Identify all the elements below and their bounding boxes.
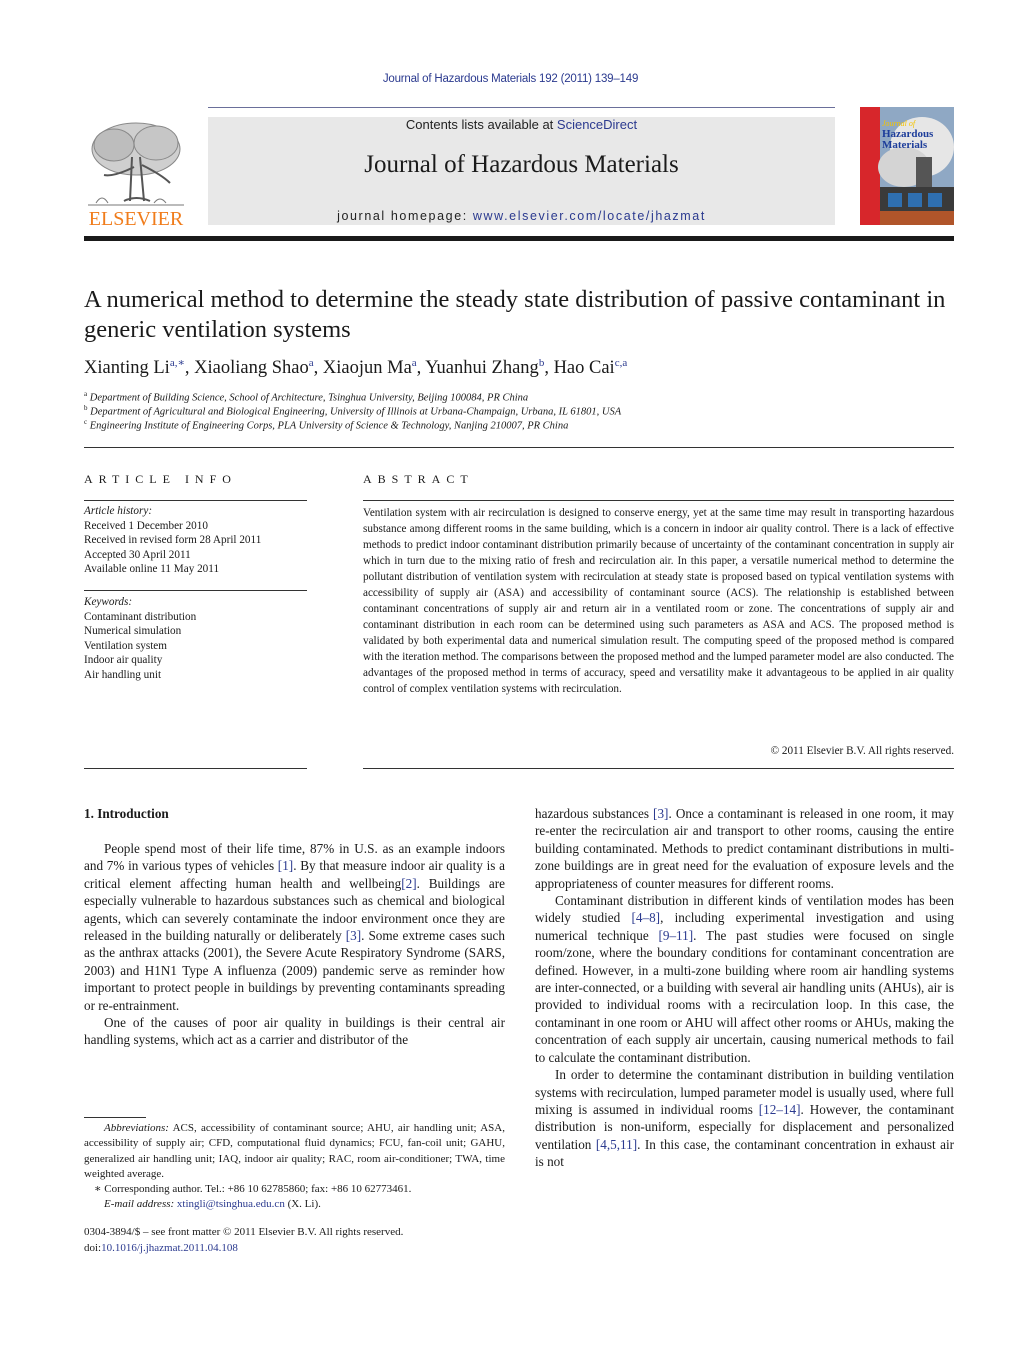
header-divider: [208, 107, 835, 108]
history-item: Available online 11 May 2011: [84, 563, 220, 575]
homepage-line: journal homepage: www.elsevier.com/locat…: [208, 209, 835, 223]
article-info-heading: ARTICLE INFO: [84, 472, 237, 486]
journal-cover-icon: Journal of Hazardous Materials: [860, 107, 954, 225]
abstract-copyright: © 2011 Elsevier B.V. All rights reserved…: [770, 745, 954, 757]
citation-link[interactable]: [4–8]: [631, 910, 660, 925]
issn-line: 0304-3894/$ – see front matter © 2011 El…: [84, 1226, 404, 1238]
body-paragraph: People spend most of their life time, 87…: [84, 840, 505, 1014]
homepage-prefix: journal homepage:: [337, 209, 473, 223]
body-paragraph: hazardous substances [3]. Once a contami…: [535, 805, 954, 892]
cover-title-line: Materials: [882, 139, 928, 151]
keyword: Air handling unit: [84, 668, 162, 681]
keyword: Contaminant distribution: [84, 610, 197, 623]
history-item: Accepted 30 April 2011: [84, 548, 191, 561]
author-list: Xianting Lia,∗, Xiaoliang Shaoa, Xiaojun…: [84, 357, 628, 378]
citation-link[interactable]: [3]: [653, 806, 668, 821]
doi-line: doi:10.1016/j.jhazmat.2011.04.108: [84, 1241, 238, 1254]
body-column-right: hazardous substances [3]. Once a contami…: [535, 805, 954, 1171]
front-matter: 0304-3894/$ – see front matter © 2011 El…: [84, 1225, 514, 1256]
doi-link[interactable]: 10.1016/j.jhazmat.2011.04.108: [101, 1242, 238, 1254]
homepage-link[interactable]: www.elsevier.com/locate/jhazmat: [473, 209, 706, 223]
author[interactable]: Yuanhui Zhangb: [425, 357, 544, 378]
keyword: Indoor air quality: [84, 654, 163, 666]
elsevier-wordmark: ELSEVIER: [89, 208, 184, 229]
contents-prefix: Contents lists available at: [405, 117, 557, 132]
email-footnote: E-mail address: xtingli@tsinghua.edu.cn …: [104, 1198, 321, 1211]
keywords-label: Keywords:: [84, 596, 133, 608]
abstract-heading: ABSTRACT: [363, 472, 474, 486]
contents-line: Contents lists available at ScienceDirec…: [208, 117, 835, 132]
citation-link[interactable]: [4,5,11]: [596, 1137, 637, 1152]
citation-link[interactable]: [9–11]: [658, 928, 693, 943]
keyword: Ventilation system: [84, 639, 167, 652]
section-heading: 1. Introduction: [84, 806, 169, 821]
elsevier-logo[interactable]: ELSEVIER: [84, 117, 188, 230]
body-text: One of the causes of poor air quality in…: [84, 1015, 505, 1048]
body-paragraph: Contaminant distribution in different ki…: [535, 892, 954, 1066]
divider: [84, 500, 307, 501]
sciencedirect-link[interactable]: ScienceDirect: [557, 117, 637, 132]
keywords: Keywords: Contaminant distribution Numer…: [84, 595, 196, 682]
author[interactable]: Xianting Lia,∗: [84, 357, 185, 378]
abstract-text: Ventilation system with air recirculatio…: [363, 507, 954, 695]
header-thick-divider: [84, 236, 954, 241]
footnote-divider: [84, 1117, 146, 1118]
body-column-left: People spend most of their life time, 87…: [84, 840, 505, 1049]
paper-title: A numerical method to determine the stea…: [84, 286, 946, 343]
journal-cover-image[interactable]: Journal of Hazardous Materials: [860, 107, 954, 225]
history-label: Article history:: [84, 505, 153, 517]
affiliation: b Department of Agricultural and Biologi…: [84, 404, 622, 418]
author[interactable]: Xiaojun Maa: [323, 357, 417, 378]
author[interactable]: Hao Caic,a: [554, 357, 628, 378]
author[interactable]: Xiaoliang Shaoa: [194, 357, 313, 378]
affiliation: a Department of Building Science, School…: [84, 390, 529, 404]
journal-banner: Contents lists available at ScienceDirec…: [208, 117, 835, 225]
journal-reference-link[interactable]: Journal of Hazardous Materials 192 (2011…: [0, 73, 1021, 85]
divider: [363, 500, 954, 501]
divider: [84, 590, 307, 591]
citation-link[interactable]: [1]: [278, 858, 293, 873]
journal-title: Journal of Hazardous Materials: [364, 151, 679, 178]
body-paragraph: In order to determine the contaminant di…: [535, 1066, 954, 1170]
body-paragraph: One of the causes of poor air quality in…: [84, 1014, 505, 1049]
divider: [84, 447, 954, 448]
history-item: Received 1 December 2010: [84, 519, 208, 532]
body-text: . The past studies were focused on singl…: [535, 927, 954, 1065]
keyword: Numerical simulation: [84, 625, 182, 637]
article-history: Article history: Received 1 December 201…: [84, 504, 261, 577]
footnotes: Abbreviations: ACS, accessibility of con…: [84, 1121, 505, 1213]
email-link[interactable]: xtingli@tsinghua.edu.cn: [177, 1198, 285, 1210]
body-text: hazardous substances: [535, 806, 654, 821]
cover-title-line: Journal of: [882, 119, 917, 128]
history-item: Received in revised form 28 April 2011: [84, 534, 262, 546]
citation-link[interactable]: [2]: [401, 876, 416, 891]
citation-link[interactable]: [3]: [346, 928, 361, 943]
elsevier-tree-icon: ELSEVIER: [88, 122, 184, 230]
abbreviations-footnote: Abbreviations: ACS, accessibility of con…: [84, 1122, 505, 1180]
divider: [84, 768, 307, 769]
citation-link[interactable]: [12–14]: [759, 1102, 801, 1117]
affiliation: c Engineering Institute of Engineering C…: [84, 418, 569, 432]
divider: [363, 768, 954, 769]
corresponding-author-footnote: ∗ Corresponding author. Tel.: +86 10 627…: [94, 1183, 412, 1196]
